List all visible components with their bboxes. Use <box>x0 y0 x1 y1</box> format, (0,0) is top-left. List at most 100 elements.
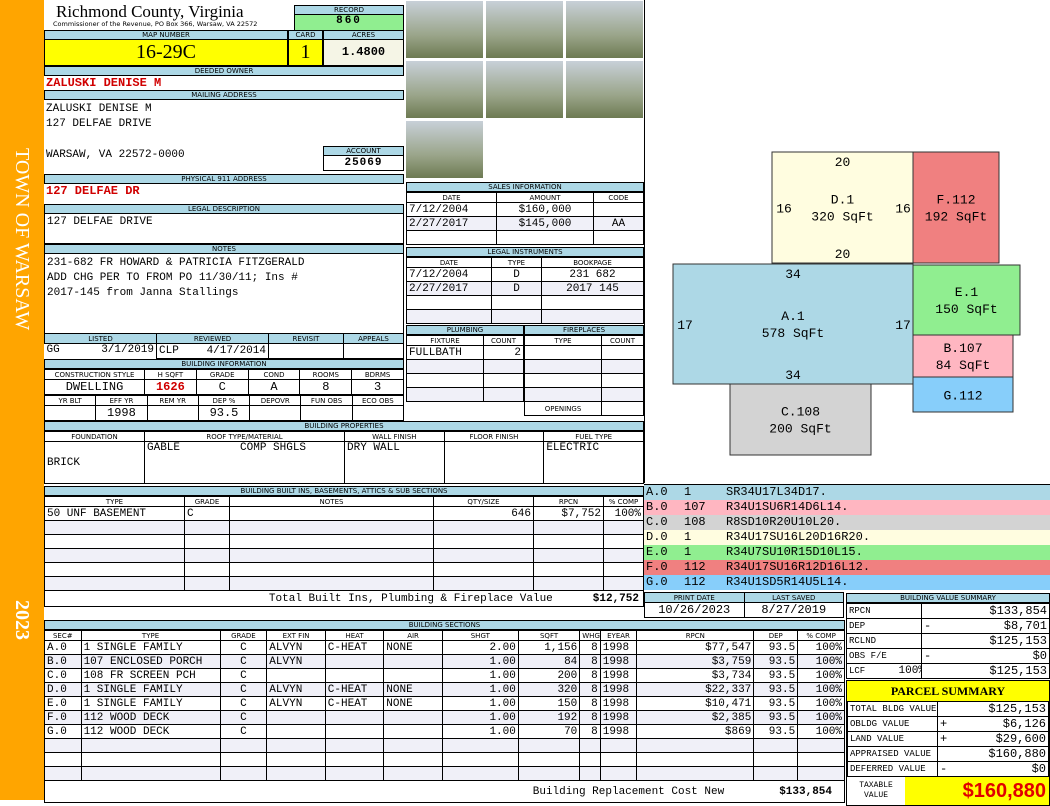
photo-gallery <box>405 0 645 180</box>
value-row: DEP - $8,701 <box>846 618 1050 634</box>
sketch-section[interactable]: A.1 578 SqFt 34 17 17 34 <box>672 263 914 385</box>
sketch-section[interactable]: B.107 84 SqFt <box>912 334 1014 378</box>
sketch-code-row[interactable]: B.0 107 R34U1SU6R14D6L14. <box>644 500 1050 515</box>
cell: 100% <box>797 710 845 725</box>
sketch-dimension: 16 <box>776 202 792 217</box>
value-summary-label: BUILDING VALUE SUMMARY <box>846 593 1050 603</box>
cell <box>593 230 644 245</box>
column-header: DATE <box>406 257 492 268</box>
instrument-row: 2/27/2017 D 2017 145 <box>406 281 644 296</box>
building-sketch[interactable]: D.1 320 SqFt 20 16 16 20 F.112 192 SqFt A.1 578 S… <box>644 0 1050 483</box>
property-photo[interactable] <box>485 60 564 119</box>
cell <box>937 701 952 717</box>
plumbing-row <box>406 373 524 388</box>
builtin-row: 50 UNF BASEMENT C 646 $7,752 100% <box>44 506 644 521</box>
cell <box>44 766 82 781</box>
cell: E.0 <box>44 696 82 711</box>
sketch-code-row[interactable]: D.0 1 R34U17SU16L20D16R20. <box>644 530 1050 545</box>
cell: 8 <box>579 724 601 739</box>
sketch-section[interactable]: E.1 150 SqFt <box>912 264 1021 336</box>
cell: 1 SINGLE FAMILY <box>80 696 221 711</box>
cell: - <box>921 618 936 634</box>
sketch-area: 192 SqFt <box>925 210 987 225</box>
sketch-area: 200 SqFt <box>769 422 831 437</box>
parcel-row: APPRAISED VALUE $160,880 <box>847 746 1049 762</box>
cell <box>496 230 594 245</box>
cell <box>579 738 601 753</box>
cell: 3 <box>351 379 404 395</box>
cell <box>636 766 755 781</box>
property-photo[interactable] <box>405 120 484 179</box>
parcel-row: DEFERRED VALUE - $0 <box>847 761 1049 777</box>
sketch-section[interactable]: F.112 192 SqFt <box>912 151 1000 264</box>
cell <box>636 752 755 767</box>
sketch-dimension: 34 <box>785 267 801 282</box>
code-type: 107 <box>684 500 706 514</box>
column-header: % COMP <box>797 630 845 641</box>
sketch-section[interactable]: G.112 <box>912 376 1014 413</box>
cell: 1.00 <box>441 724 519 739</box>
value-row: OBS F/E - $0 <box>846 648 1050 664</box>
map-number: 16-29C <box>44 40 288 66</box>
cell <box>383 738 443 753</box>
sketch-code-row[interactable]: F.0 112 R34U17SU16R12D16L12. <box>644 560 1050 575</box>
sketch-area: 84 SqFt <box>936 358 991 373</box>
sketch-code-row[interactable]: A.0 1 SR34U17L34D17. <box>644 485 1050 500</box>
cell: 93.5 <box>753 724 799 739</box>
cell: $869 <box>636 724 755 739</box>
cell <box>603 520 644 535</box>
acres-label: ACRES <box>323 30 404 40</box>
sketch-shape <box>912 264 1021 336</box>
cell: 8 <box>579 682 601 697</box>
cell <box>406 373 484 388</box>
sketch-code-row[interactable]: E.0 1 R34U7SU10R15D10L15. <box>644 545 1050 560</box>
column-header: GRADE <box>195 369 249 380</box>
record-value: 860 <box>294 15 404 31</box>
sketch-section[interactable]: D.1 320 SqFt 20 16 16 20 <box>771 151 914 264</box>
cell: 93.5 <box>753 640 799 655</box>
property-photo[interactable] <box>565 0 644 59</box>
cell: - <box>937 761 952 777</box>
cell: 100% <box>896 663 922 679</box>
foundation-value: BRICK <box>44 441 145 484</box>
building-info-label: BUILDING INFORMATION <box>44 359 404 369</box>
notes-line: 2017-145 from Janna Stallings <box>47 287 239 299</box>
cell <box>324 668 385 683</box>
cell <box>433 534 534 549</box>
property-photo[interactable] <box>405 0 484 59</box>
mailing-line3: WARSAW, VA 22572-0000 <box>46 149 185 161</box>
cell: 100% <box>797 668 845 683</box>
print-date-label: PRINT DATE <box>644 592 745 603</box>
sketch-code-row[interactable]: C.0 108 R8SD10R20U10L20. <box>644 515 1050 530</box>
sketch-code-row[interactable]: G.0 112 R34U1SD5R14U5L14. <box>644 575 1050 590</box>
code-section: C.0 <box>646 515 668 529</box>
cell <box>579 766 601 781</box>
property-photo[interactable] <box>565 60 644 119</box>
cell: ALVYN <box>266 696 326 711</box>
column-header: RPCN <box>636 630 755 641</box>
sketch-label: G.112 <box>943 389 982 404</box>
cell <box>599 738 638 753</box>
cell: 93.5 <box>753 710 799 725</box>
property-photo[interactable] <box>485 0 564 59</box>
column-header: AIR <box>383 630 443 641</box>
property-photo[interactable] <box>405 60 484 119</box>
column-header: DEP <box>753 630 799 641</box>
record-label: RECORD <box>294 5 404 15</box>
column-header: ECO OBS <box>351 395 405 406</box>
cell: LCF <box>846 663 897 679</box>
fuel-value: ELECTRIC <box>543 441 644 484</box>
cell: 2 <box>483 345 524 360</box>
cell <box>603 548 644 563</box>
cell: 8 <box>579 640 601 655</box>
sketch-section[interactable]: C.108 200 SqFt <box>729 383 872 456</box>
cell <box>441 738 519 753</box>
legal-instruments: LEGAL INSTRUMENTS DATE TYPE BOOKPAGE 7/12/20… <box>406 247 644 324</box>
physical-label: PHYSICAL 911 ADDRESS <box>44 174 404 184</box>
cell: 8 <box>579 668 601 683</box>
cell: 646 <box>433 506 534 521</box>
column-header: COUNT <box>483 335 524 346</box>
cell: 93.5 <box>753 682 799 697</box>
column-header: % COMP <box>603 496 644 507</box>
cell: 1 SINGLE FAMILY <box>80 682 221 697</box>
